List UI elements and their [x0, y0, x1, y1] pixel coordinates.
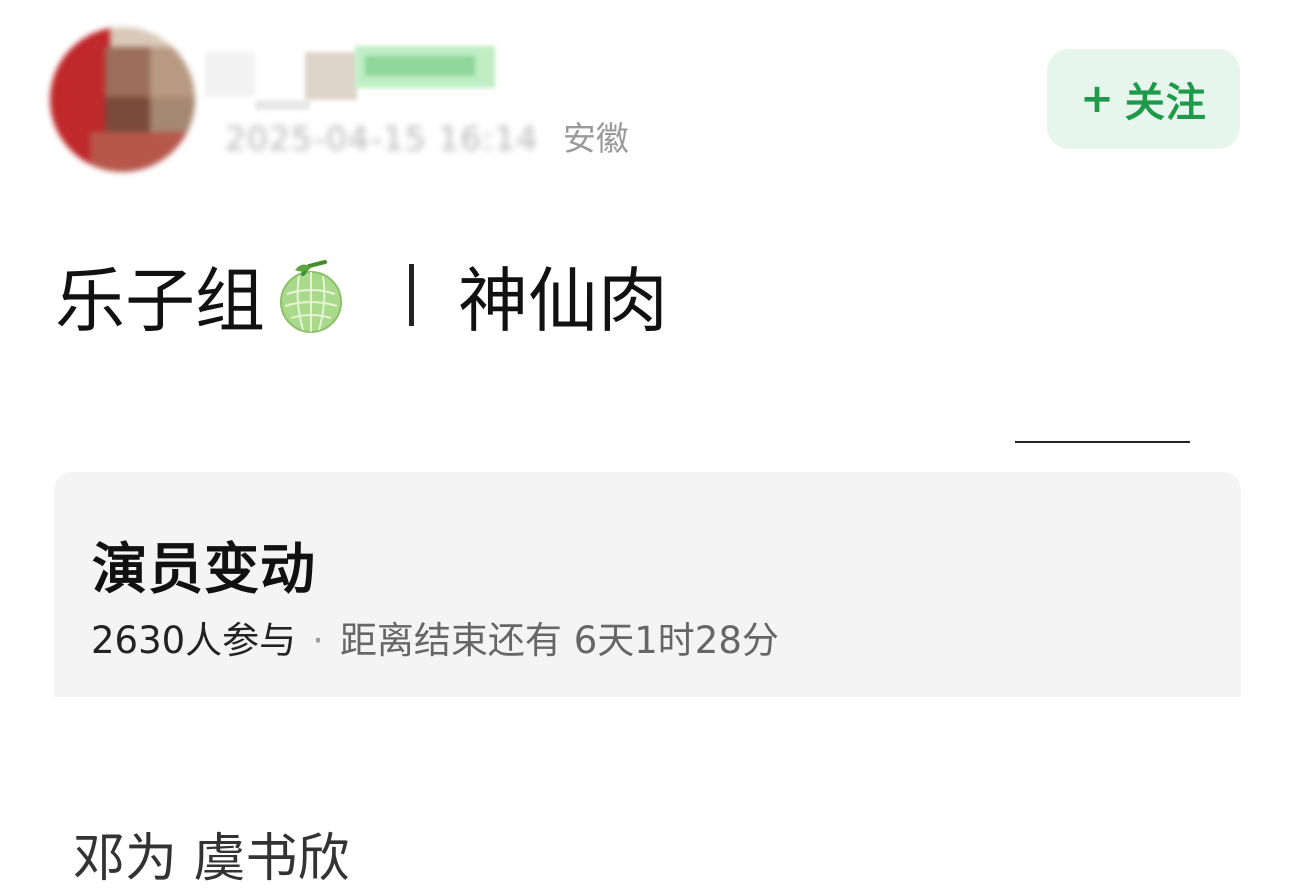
follow-label: 关注	[1124, 80, 1207, 126]
poll-card[interactable]: 演员变动 2630人参与 · 距离结束还有 6天1时28分	[54, 472, 1241, 697]
post-title-right: 神仙肉	[458, 259, 668, 342]
post-meta: 2025-04-15 16:14 安徽	[225, 116, 629, 162]
melon-icon	[273, 256, 351, 334]
poll-option[interactable]: 邓为 虞书欣	[73, 816, 350, 888]
post-title-left: 乐子组	[55, 259, 265, 342]
poll-remaining: 距离结束还有 6天1时28分	[339, 619, 779, 662]
poll-info: 2630人参与 · 距离结束还有 6天1时28分	[91, 610, 779, 664]
poll-separator: ·	[312, 619, 324, 662]
poll-title: 演员变动	[92, 537, 317, 601]
post-title: 乐子组 神仙肉	[55, 250, 668, 342]
avatar[interactable]	[50, 27, 195, 172]
follow-button[interactable]: + 关注	[1047, 49, 1240, 149]
plus-icon: +	[1080, 76, 1115, 122]
title-divider	[409, 264, 414, 326]
poll-participants: 2630人参与	[91, 619, 297, 662]
post-timestamp: 2025-04-15 16:14	[225, 119, 539, 158]
username[interactable]	[205, 40, 505, 110]
post-page: 2025-04-15 16:14 安徽 + 关注 乐子组 神仙肉 演员变动 26…	[0, 0, 1290, 888]
post-region: 安徽	[562, 119, 629, 158]
decorative-line	[1015, 441, 1190, 443]
